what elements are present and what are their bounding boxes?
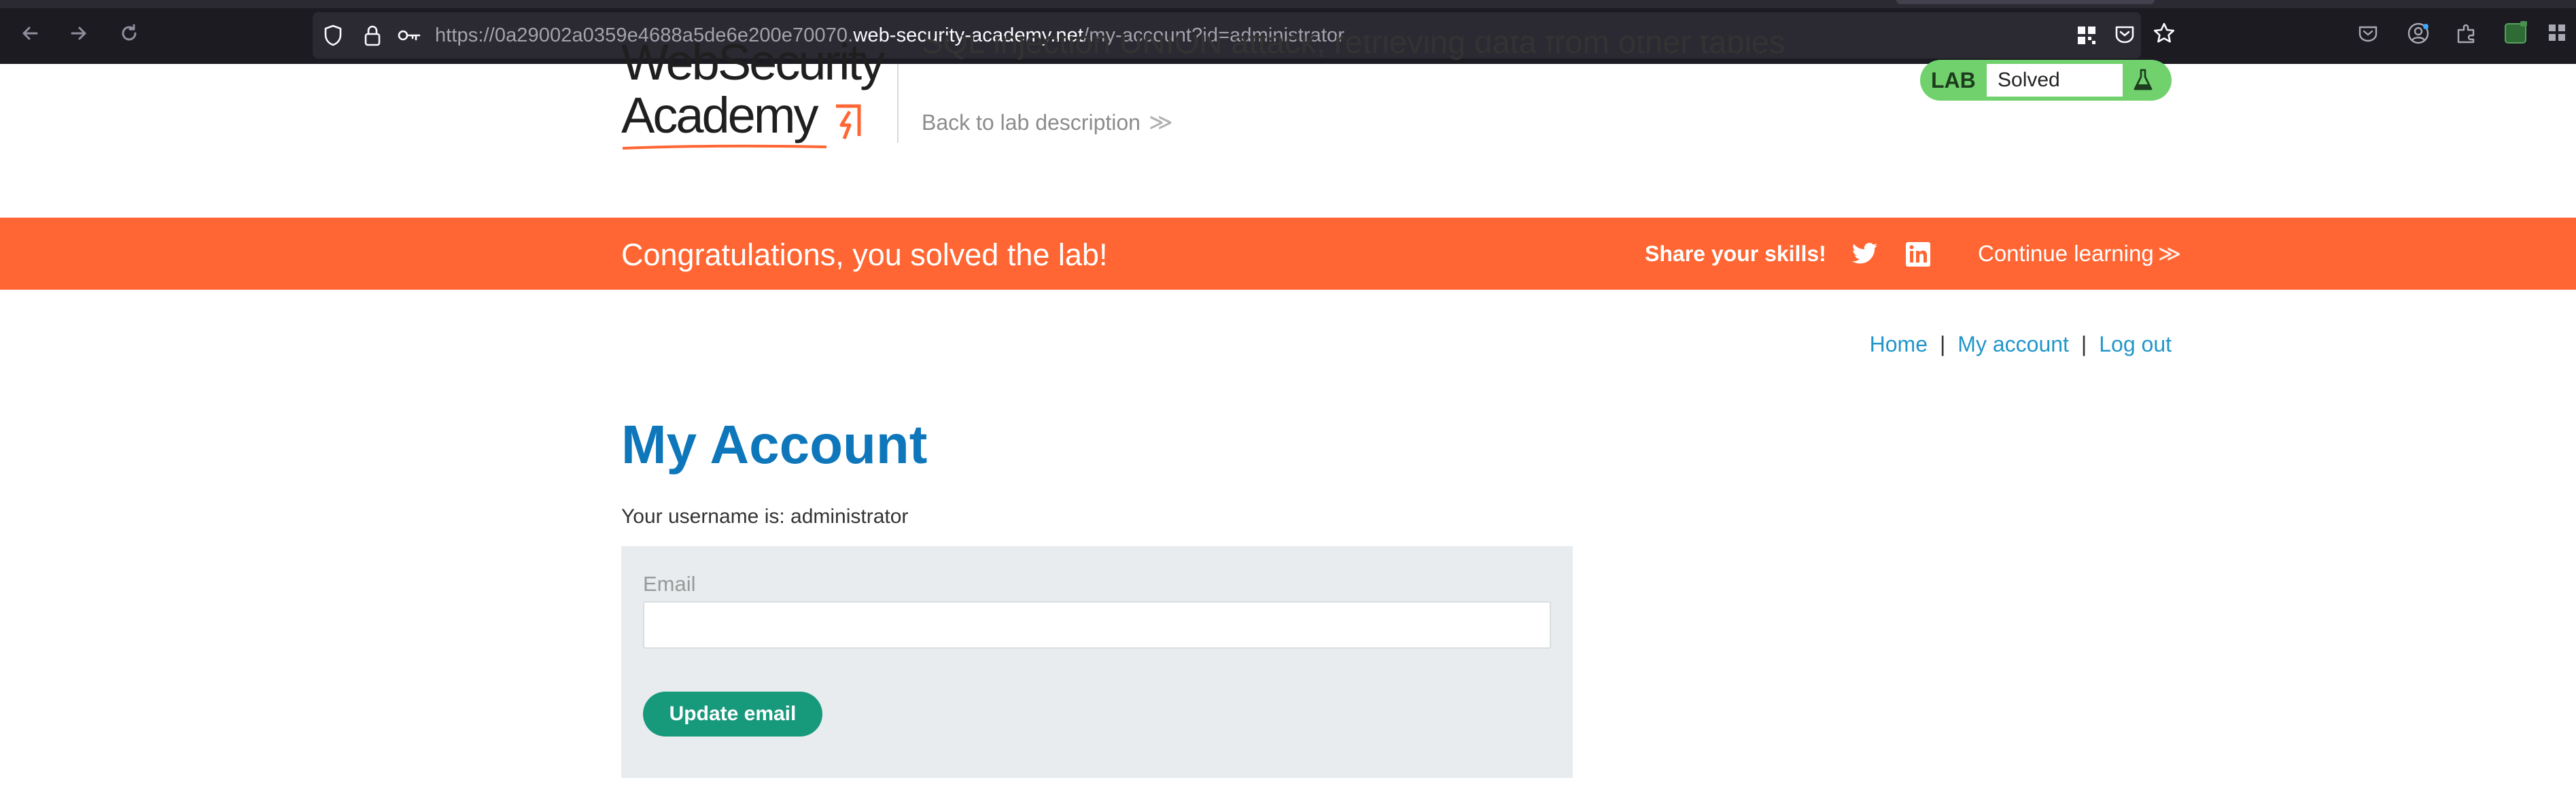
lock-icon[interactable] bbox=[359, 22, 386, 49]
continue-learning-link[interactable]: Continue learning ≫ bbox=[1978, 240, 2181, 267]
continue-chevron: ≫ bbox=[2157, 241, 2182, 266]
logo-lightning-icon bbox=[836, 104, 861, 139]
back-icon[interactable] bbox=[14, 17, 46, 50]
solved-banner: Congratulations, you solved the lab! Sha… bbox=[0, 218, 2576, 290]
nav-home-link[interactable]: Home bbox=[1870, 332, 1928, 356]
account-icon[interactable] bbox=[2403, 18, 2433, 48]
forward-icon[interactable] bbox=[63, 17, 95, 50]
lab-status-badge: LAB Solved bbox=[1920, 60, 2172, 101]
overflow-icon[interactable] bbox=[2546, 18, 2576, 48]
twitter-icon[interactable] bbox=[1849, 238, 1881, 271]
tab-strip bbox=[0, 0, 2576, 8]
back-link-chevron: ≫ bbox=[1148, 109, 1173, 135]
email-input[interactable] bbox=[643, 601, 1551, 649]
header-divider bbox=[897, 64, 899, 143]
continue-learning-label: Continue learning bbox=[1978, 241, 2154, 266]
username-text: Your username is: administrator bbox=[621, 505, 909, 528]
account-nav: Home | My account | Log out bbox=[1870, 331, 2172, 358]
page-title: My Account bbox=[621, 414, 928, 475]
web-security-academy-logo[interactable]: WebSecurity Academy bbox=[621, 41, 900, 156]
linkedin-icon[interactable] bbox=[1902, 238, 1934, 271]
logo-underline bbox=[623, 144, 826, 150]
lab-title-text: SQL injection UNION attack, retrieving d… bbox=[922, 35, 1786, 60]
shield-icon[interactable] bbox=[319, 22, 347, 49]
flask-icon bbox=[2128, 65, 2158, 95]
nav-log-out-link[interactable]: Log out bbox=[2099, 332, 2172, 356]
back-link-label: Back to lab description bbox=[922, 110, 1141, 135]
lab-title: SQL injection UNION attack, retrieving d… bbox=[922, 35, 1785, 64]
banner-message: Congratulations, you solved the lab! bbox=[621, 237, 1108, 272]
nav-my-account-link[interactable]: My account bbox=[1957, 332, 2069, 356]
permissions-key-icon[interactable] bbox=[396, 22, 423, 49]
lab-status-text: Solved bbox=[1987, 63, 2123, 98]
nav-separator: | bbox=[1939, 332, 1946, 356]
pocket-save-icon[interactable] bbox=[2110, 18, 2140, 48]
burp-extension-icon[interactable] bbox=[2501, 18, 2531, 48]
email-label: Email bbox=[643, 572, 696, 596]
share-skills-label: Share your skills! bbox=[1645, 241, 1826, 266]
back-to-lab-description-link[interactable]: Back to lab description ≫ bbox=[922, 109, 1173, 136]
update-email-form: Email Update email bbox=[621, 546, 1573, 778]
bookmark-star-icon[interactable] bbox=[2149, 18, 2179, 48]
extensions-icon[interactable] bbox=[2451, 18, 2481, 48]
nav-separator: | bbox=[2081, 332, 2087, 356]
logo-line-2: Academy bbox=[621, 87, 818, 143]
qr-code-icon[interactable] bbox=[2073, 22, 2100, 49]
lab-badge-label: LAB bbox=[1931, 68, 1976, 92]
logo-line-1: WebSecurity bbox=[621, 41, 885, 90]
active-tab-indicator[interactable] bbox=[1896, 0, 2155, 4]
pocket-icon[interactable] bbox=[2353, 18, 2383, 48]
update-email-button[interactable]: Update email bbox=[643, 692, 822, 737]
reload-icon[interactable] bbox=[113, 17, 145, 50]
